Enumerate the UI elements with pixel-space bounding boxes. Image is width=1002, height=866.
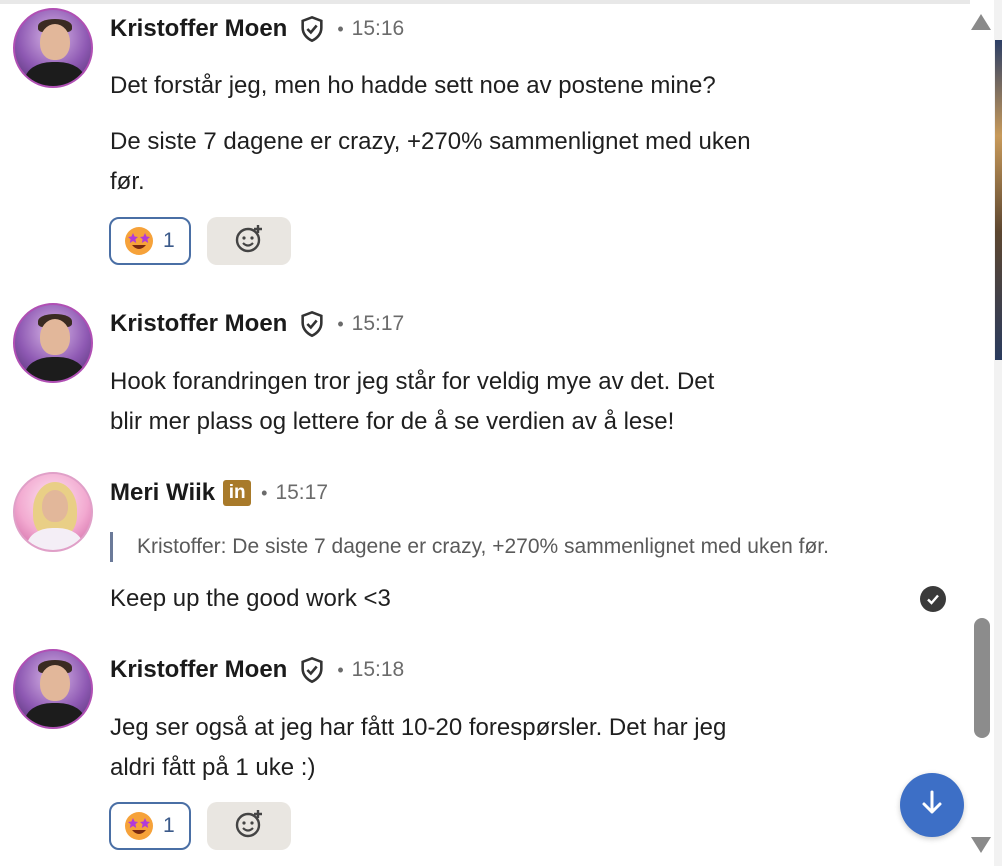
add-reaction-button[interactable] xyxy=(207,802,291,850)
scrollbar-thumb[interactable] xyxy=(974,618,990,738)
quoted-reply[interactable]: Kristoffer: De siste 7 dagene er crazy, … xyxy=(110,532,829,562)
reaction-bar: 1 xyxy=(109,217,291,265)
message-line: blir mer plass og lettere for de å se ve… xyxy=(110,408,675,435)
shield-check-icon xyxy=(297,309,327,339)
separator: • xyxy=(337,313,344,334)
message-header: Meri Wiik in • 15:17 xyxy=(110,476,328,510)
linkedin-badge-icon: in xyxy=(223,480,252,506)
message-header: Kristoffer Moen • 15:18 xyxy=(110,653,404,687)
message-thread[interactable]: Kristoffer Moen • 15:16 Det forstår jeg,… xyxy=(0,0,970,866)
check-circle-icon xyxy=(920,586,946,612)
scroll-down-arrow-icon[interactable] xyxy=(971,837,991,853)
shield-check-icon xyxy=(297,14,327,44)
message-body: Jeg ser også at jeg har fått 10-20 fores… xyxy=(110,708,870,788)
sender-name[interactable]: Kristoffer Moen xyxy=(110,656,287,684)
message-body: Hook forandringen tror jeg står for veld… xyxy=(110,362,870,442)
timestamp: 15:17 xyxy=(351,312,405,335)
shield-check-icon xyxy=(297,655,327,685)
avatar[interactable] xyxy=(13,649,93,729)
message-line: Jeg ser også at jeg har fått 10-20 fores… xyxy=(110,714,727,741)
separator: • xyxy=(337,659,344,680)
star-struck-emoji-icon xyxy=(123,810,155,842)
background-image-strip xyxy=(995,40,1002,360)
message-line: De siste 7 dagene er crazy, +270% sammen… xyxy=(110,128,751,155)
message-line: Hook forandringen tror jeg står for veld… xyxy=(110,368,715,395)
timestamp: 15:16 xyxy=(351,17,405,40)
avatar[interactable] xyxy=(13,8,93,88)
reaction-bar: 1 xyxy=(109,802,291,850)
sender-name[interactable]: Meri Wiik xyxy=(110,479,215,507)
reaction-chip[interactable]: 1 xyxy=(109,802,191,850)
avatar[interactable] xyxy=(13,472,93,552)
arrow-down-icon xyxy=(917,788,947,823)
add-reaction-icon xyxy=(233,808,265,845)
message-body: Keep up the good work <3 xyxy=(110,585,391,612)
star-struck-emoji-icon xyxy=(123,225,155,257)
add-reaction-icon xyxy=(233,223,265,260)
message-line: før. xyxy=(110,168,145,195)
timestamp: 15:18 xyxy=(351,658,405,681)
add-reaction-button[interactable] xyxy=(207,217,291,265)
scroll-up-arrow-icon[interactable] xyxy=(971,14,991,30)
message-header: Kristoffer Moen • 15:16 xyxy=(110,12,404,46)
separator: • xyxy=(261,482,268,503)
avatar[interactable] xyxy=(13,303,93,383)
separator: • xyxy=(337,18,344,39)
timestamp: 15:17 xyxy=(275,481,329,504)
sender-name[interactable]: Kristoffer Moen xyxy=(110,15,287,43)
reaction-count: 1 xyxy=(163,814,175,837)
message-line: aldri fått på 1 uke :) xyxy=(110,754,316,781)
message-header: Kristoffer Moen • 15:17 xyxy=(110,307,404,341)
message-paragraph: Det forstår jeg, men ho hadde sett noe a… xyxy=(110,72,716,99)
scroll-to-bottom-button[interactable] xyxy=(900,773,964,837)
message-paragraph: De siste 7 dagene er crazy, +270% sammen… xyxy=(110,122,870,202)
sender-name[interactable]: Kristoffer Moen xyxy=(110,310,287,338)
reaction-count: 1 xyxy=(163,229,175,252)
reaction-chip[interactable]: 1 xyxy=(109,217,191,265)
